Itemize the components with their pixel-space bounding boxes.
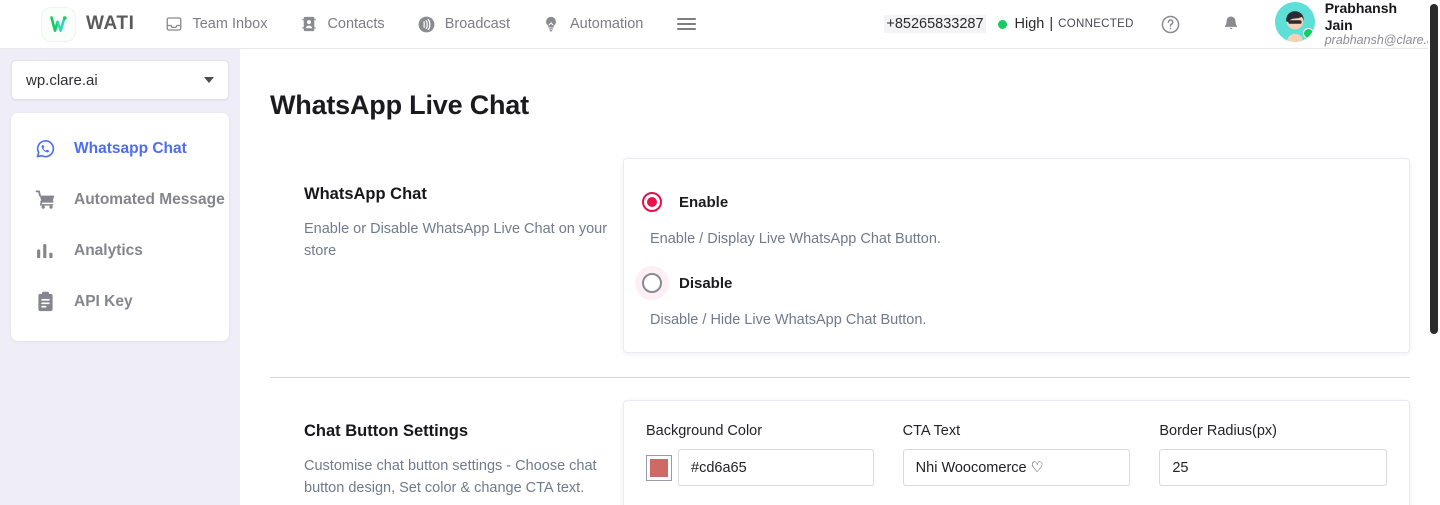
nav-item-label: Contacts [327,16,385,32]
page-scrollbar-thumb[interactable] [1430,4,1438,334]
field-background-color: Background Color #cd6a65 [646,423,874,486]
radio-halo [635,266,669,300]
broadcast-icon [417,15,436,34]
phone-number: +85265833287 [884,15,986,33]
sidebar-item-label: Automated Message [74,190,225,208]
wati-logo-icon [42,7,75,41]
sidebar-item-label: API Key [74,292,133,310]
user-profile-menu[interactable]: Prabhansh Jain prabhansh@clare.a [1274,0,1434,48]
radio-disable-input[interactable] [642,273,662,293]
radio-halo [635,185,669,219]
chat-button-settings-panel: Background Color #cd6a65 CTA Text Nhi Wo… [623,400,1410,505]
whatsapp-chat-options-panel: Enable Enable / Display Live WhatsApp Ch… [623,158,1410,353]
nav-item-label: Broadcast [444,16,510,32]
top-bar-right-cluster: +85265833287 High | CONNECTED Prabhansh … [884,0,1440,48]
brand-name: WATI [86,13,135,34]
top-nav-items: Team Inbox Contacts Broadcast Automation [164,15,697,34]
radio-disable-label: Disable [679,274,733,292]
field-cta-text: CTA Text Nhi Woocomerce ♡ [902,423,1131,486]
field-label: Border Radius(px) [1159,423,1277,439]
field-label: Background Color [646,423,763,439]
site-selector-dropdown[interactable]: wp.clare.ai [11,60,229,100]
whatsapp-icon [33,137,57,161]
sidebar-item-label: Whatsapp Chat [74,139,187,157]
radio-disable-help-text: Disable / Hide Live WhatsApp Chat Button… [650,312,927,328]
brand[interactable]: WATI [42,7,135,41]
sidebar-item-label: Analytics [74,241,143,259]
avatar [1274,2,1315,43]
section-chat-button-settings: Chat Button Settings Customise chat butt… [240,400,1440,505]
presence-indicator [1302,28,1314,40]
quality-rating: High [1014,16,1045,32]
section-description-column: Chat Button Settings Customise chat butt… [270,400,623,505]
field-border-radius: Border Radius(px) 25 [1159,423,1387,486]
radio-option-disable[interactable]: Disable [635,266,1387,300]
nav-item-team-inbox[interactable]: Team Inbox [164,15,267,34]
section-description: Enable or Disable WhatsApp Live Chat on … [304,221,608,259]
status-separator: | [1049,16,1054,32]
bar-chart-icon [33,239,57,263]
user-name-line2: Jain [1324,16,1353,33]
user-text-block: Prabhansh Jain prabhansh@clare.a [1325,0,1434,48]
nav-item-label: Automation [569,16,644,32]
settings-form-grid: Background Color #cd6a65 CTA Text Nhi Wo… [646,423,1387,505]
nav-item-broadcast[interactable]: Broadcast [417,15,510,34]
page-title: WhatsApp Live Chat [270,90,529,120]
clipboard-icon [33,290,57,314]
hamburger-menu-icon[interactable] [677,18,697,30]
contact-card-icon [299,15,318,34]
sidebar-item-analytics[interactable]: Analytics [11,225,229,276]
connection-status-dot [997,19,1007,29]
radio-enable-label: Enable [679,193,729,211]
shopping-cart-icon [33,188,57,212]
chevron-down-icon [204,77,214,83]
sidebar-item-api-key[interactable]: API Key [11,276,229,327]
sidebar: wp.clare.ai Whatsapp Chat Automated Mess… [0,49,240,505]
background-color-input[interactable]: #cd6a65 [678,449,874,486]
radio-enable-help-text: Enable / Display Live WhatsApp Chat Butt… [650,231,941,247]
inbox-icon [164,15,183,34]
field-row: #cd6a65 [646,449,874,486]
user-name-line1: Prabhansh [1324,0,1398,17]
radio-option-enable[interactable]: Enable [642,185,1387,219]
connection-status-text: CONNECTED [1058,18,1134,30]
section-whatsapp-chat: WhatsApp Chat Enable or Disable WhatsApp… [240,158,1440,353]
color-swatch-button[interactable] [646,454,672,481]
nav-item-label: Team Inbox [192,16,268,32]
sidebar-nav-card: Whatsapp Chat Automated Message Analytic… [11,113,229,341]
section-description-column: WhatsApp Chat Enable or Disable WhatsApp… [270,158,623,263]
lightbulb-icon [542,15,561,34]
sidebar-item-whatsapp-chat[interactable]: Whatsapp Chat [11,123,229,174]
color-swatch-preview [650,458,668,477]
radio-enable-input[interactable] [642,192,662,212]
section-title: WhatsApp Chat [304,185,427,203]
site-selector-value: wp.clare.ai [26,71,98,89]
section-divider [270,377,1410,378]
main-content: WhatsApp Live Chat WhatsApp Chat Enable … [240,49,1440,505]
sidebar-item-automated-message[interactable]: Automated Message [11,174,229,225]
user-email: prabhansh@clare.a [1324,33,1434,48]
nav-item-automation[interactable]: Automation [542,15,643,34]
border-radius-input[interactable]: 25 [1159,449,1387,486]
nav-item-contacts[interactable]: Contacts [299,15,385,34]
field-label: CTA Text [902,423,961,439]
top-navigation-bar: WATI Team Inbox Contacts Broadcast Autom… [0,0,1440,49]
bell-icon[interactable] [1221,14,1241,34]
help-circle-icon[interactable] [1160,14,1181,35]
section-title: Chat Button Settings [304,422,469,440]
section-description: Customise chat button settings - Choose … [304,458,597,496]
cta-text-input[interactable]: Nhi Woocomerce ♡ [902,449,1131,486]
